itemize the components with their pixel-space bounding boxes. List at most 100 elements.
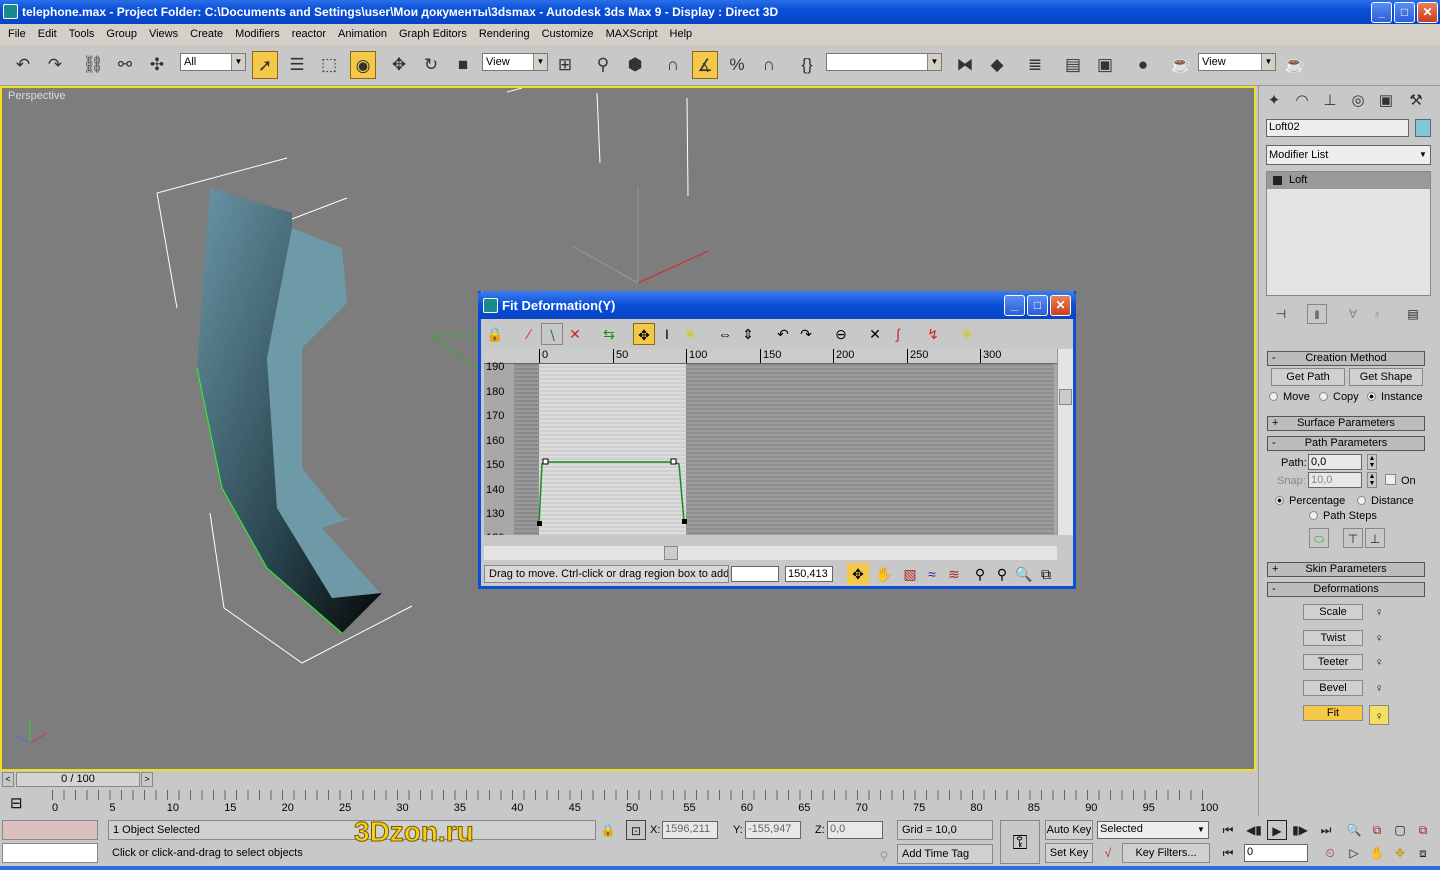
- zoom-icon[interactable]: 🔍: [1013, 563, 1035, 585]
- create-tab-icon[interactable]: ✦: [1263, 90, 1285, 112]
- menu-graph-editors[interactable]: Graph Editors: [393, 24, 473, 45]
- pin-stack-icon[interactable]: ⊣: [1271, 304, 1291, 324]
- key-mode-toggle-icon[interactable]: ⏮: [1218, 843, 1238, 863]
- remove-modifier-icon[interactable]: ♁: [1367, 304, 1387, 324]
- menu-file[interactable]: File: [2, 24, 32, 45]
- scale-icon[interactable]: ■: [450, 51, 476, 79]
- pick-shape-icon[interactable]: ⬭: [1309, 528, 1329, 548]
- zoom-vertical-extents-icon[interactable]: ≋: [943, 563, 965, 585]
- zoom-extents-icon[interactable]: ▧: [899, 563, 921, 585]
- deformation-graph[interactable]: 0 50 100 150 200 250 300 190 180 170 160…: [484, 349, 1057, 535]
- surface-parameters-rollout[interactable]: + Surface Parameters: [1267, 416, 1425, 431]
- set-key-button[interactable]: Set Key: [1045, 843, 1093, 863]
- zoom-icon[interactable]: 🔍: [1344, 820, 1364, 840]
- teeter-deformation-button[interactable]: Teeter: [1303, 654, 1363, 670]
- make-unique-icon[interactable]: ∀: [1343, 304, 1363, 324]
- make-symmetrical-icon[interactable]: 🔒: [484, 323, 506, 345]
- twist-deformation-button[interactable]: Twist: [1303, 630, 1363, 646]
- generate-path-icon[interactable]: ✳: [956, 323, 978, 345]
- x-coordinate-field[interactable]: 1596,211: [662, 821, 718, 839]
- zoom-extents-icon[interactable]: ▢: [1390, 820, 1410, 840]
- menu-group[interactable]: Group: [100, 24, 143, 45]
- spinner-snap-icon[interactable]: ∩: [756, 51, 782, 79]
- maximize-viewport-icon[interactable]: ⧈: [1413, 843, 1433, 863]
- teeter-enable-bulb-icon[interactable]: ♀: [1369, 652, 1389, 672]
- hierarchy-tab-icon[interactable]: ⊥: [1319, 90, 1341, 112]
- menu-create[interactable]: Create: [184, 24, 229, 45]
- edit-named-selection-icon[interactable]: {}: [794, 51, 820, 79]
- quick-render-icon[interactable]: ☕: [1282, 51, 1308, 79]
- menu-rendering[interactable]: Rendering: [473, 24, 536, 45]
- point-x-field[interactable]: [731, 566, 779, 582]
- render-view-dropdown[interactable]: View ▼: [1198, 53, 1276, 71]
- close-button[interactable]: ✕: [1417, 2, 1438, 23]
- configure-modifier-sets-icon[interactable]: ▤: [1403, 304, 1423, 324]
- modify-tab-icon[interactable]: ◠: [1291, 90, 1313, 112]
- path-field[interactable]: 0,0: [1308, 454, 1362, 470]
- expand-icon[interactable]: [1273, 176, 1282, 185]
- menu-tools[interactable]: Tools: [63, 24, 101, 45]
- get-path-button[interactable]: Get Path: [1271, 368, 1345, 386]
- named-selection-dropdown[interactable]: ▼: [826, 53, 942, 71]
- pivot-center-icon[interactable]: ⊞: [552, 51, 578, 79]
- menu-edit[interactable]: Edit: [32, 24, 63, 45]
- pan-view-icon[interactable]: ✋: [1367, 843, 1387, 863]
- select-link-icon[interactable]: ⛓: [80, 51, 106, 79]
- path-steps-radio[interactable]: Path Steps: [1309, 510, 1377, 522]
- prev-frame-arrow-icon[interactable]: <: [2, 772, 14, 787]
- move-icon[interactable]: ✥: [386, 51, 412, 79]
- mini-curve-editor-icon[interactable]: ⊟: [10, 794, 23, 812]
- show-end-result-icon[interactable]: ‖: [1307, 304, 1327, 324]
- bind-space-warp-icon[interactable]: ✣: [144, 51, 170, 79]
- reset-curve-icon[interactable]: ✕: [864, 323, 886, 345]
- menu-help[interactable]: Help: [664, 24, 699, 45]
- object-color-swatch[interactable]: [1415, 119, 1431, 137]
- curve-editor-icon[interactable]: ▤: [1060, 51, 1086, 79]
- object-name-field[interactable]: Loft02: [1266, 119, 1409, 137]
- maxscript-listener-pink[interactable]: [2, 820, 98, 840]
- snap-toggle-icon[interactable]: ∩: [660, 51, 686, 79]
- schematic-view-icon[interactable]: ▣: [1092, 51, 1118, 79]
- scale-deformation-button[interactable]: Scale: [1303, 604, 1363, 620]
- scale-enable-bulb-icon[interactable]: ♀: [1369, 602, 1389, 622]
- track-bar[interactable]: ⊟ 0 5 10 15 20 25 30 35 40 45 50 55 60 65 70 75 80 85 90 95…: [0, 788, 1256, 818]
- set-keys-key-icon[interactable]: ⚿: [1000, 820, 1040, 864]
- insert-corner-point-icon[interactable]: ✳: [679, 323, 701, 345]
- rotate-icon[interactable]: ↻: [418, 51, 444, 79]
- arc-rotate-icon[interactable]: ✥: [1390, 843, 1410, 863]
- dialog-minimize-button[interactable]: _: [1004, 295, 1025, 316]
- distance-radio[interactable]: Distance: [1357, 495, 1414, 507]
- window-crossing-icon[interactable]: ◉: [350, 51, 376, 79]
- dialog-close-button[interactable]: ✕: [1050, 295, 1071, 316]
- maximize-button[interactable]: □: [1394, 2, 1415, 23]
- move-radio[interactable]: Move: [1269, 391, 1310, 403]
- display-y-axis-icon[interactable]: ∖: [541, 323, 563, 345]
- next-frame-icon[interactable]: ▮▶: [1290, 820, 1310, 840]
- get-shape-button[interactable]: Get Shape: [1349, 368, 1423, 386]
- selection-filter-dropdown[interactable]: All ▼: [180, 53, 246, 71]
- scrollbar-thumb[interactable]: [1059, 389, 1072, 405]
- scale-control-point-icon[interactable]: I: [656, 323, 678, 345]
- next-frame-arrow-icon[interactable]: >: [141, 772, 153, 787]
- align-icon[interactable]: ◆: [984, 51, 1010, 79]
- zoom-all-icon[interactable]: ⧉: [1367, 820, 1387, 840]
- maxscript-listener-white[interactable]: [2, 843, 98, 863]
- menu-customize[interactable]: Customize: [536, 24, 600, 45]
- key-filters-button[interactable]: Key Filters...: [1122, 843, 1210, 863]
- key-mode-dropdown[interactable]: Selected ▼: [1097, 821, 1209, 839]
- utilities-tab-icon[interactable]: ⚒: [1405, 90, 1427, 112]
- time-configuration-icon[interactable]: ⏲: [1320, 843, 1340, 863]
- percent-snap-icon[interactable]: %: [724, 51, 750, 79]
- rotate-cw-icon[interactable]: ↷: [795, 323, 817, 345]
- reference-coordinate-dropdown[interactable]: View ▼: [482, 53, 548, 71]
- go-to-end-icon[interactable]: ⏭: [1316, 820, 1336, 840]
- absolute-mode-icon[interactable]: ⊡: [626, 820, 646, 840]
- motion-tab-icon[interactable]: ◎: [1347, 90, 1369, 112]
- layer-manager-icon[interactable]: ≣: [1022, 51, 1048, 79]
- dialog-title-bar[interactable]: Fit Deformation(Y) _ □ ✕: [478, 291, 1076, 319]
- menu-maxscript[interactable]: MAXScript: [600, 24, 664, 45]
- path-parameters-rollout[interactable]: - Path Parameters: [1267, 436, 1425, 451]
- get-shape-icon[interactable]: ↯: [922, 323, 944, 345]
- time-slider-thumb[interactable]: 0 / 100: [16, 772, 140, 787]
- skin-parameters-rollout[interactable]: + Skin Parameters: [1267, 562, 1425, 577]
